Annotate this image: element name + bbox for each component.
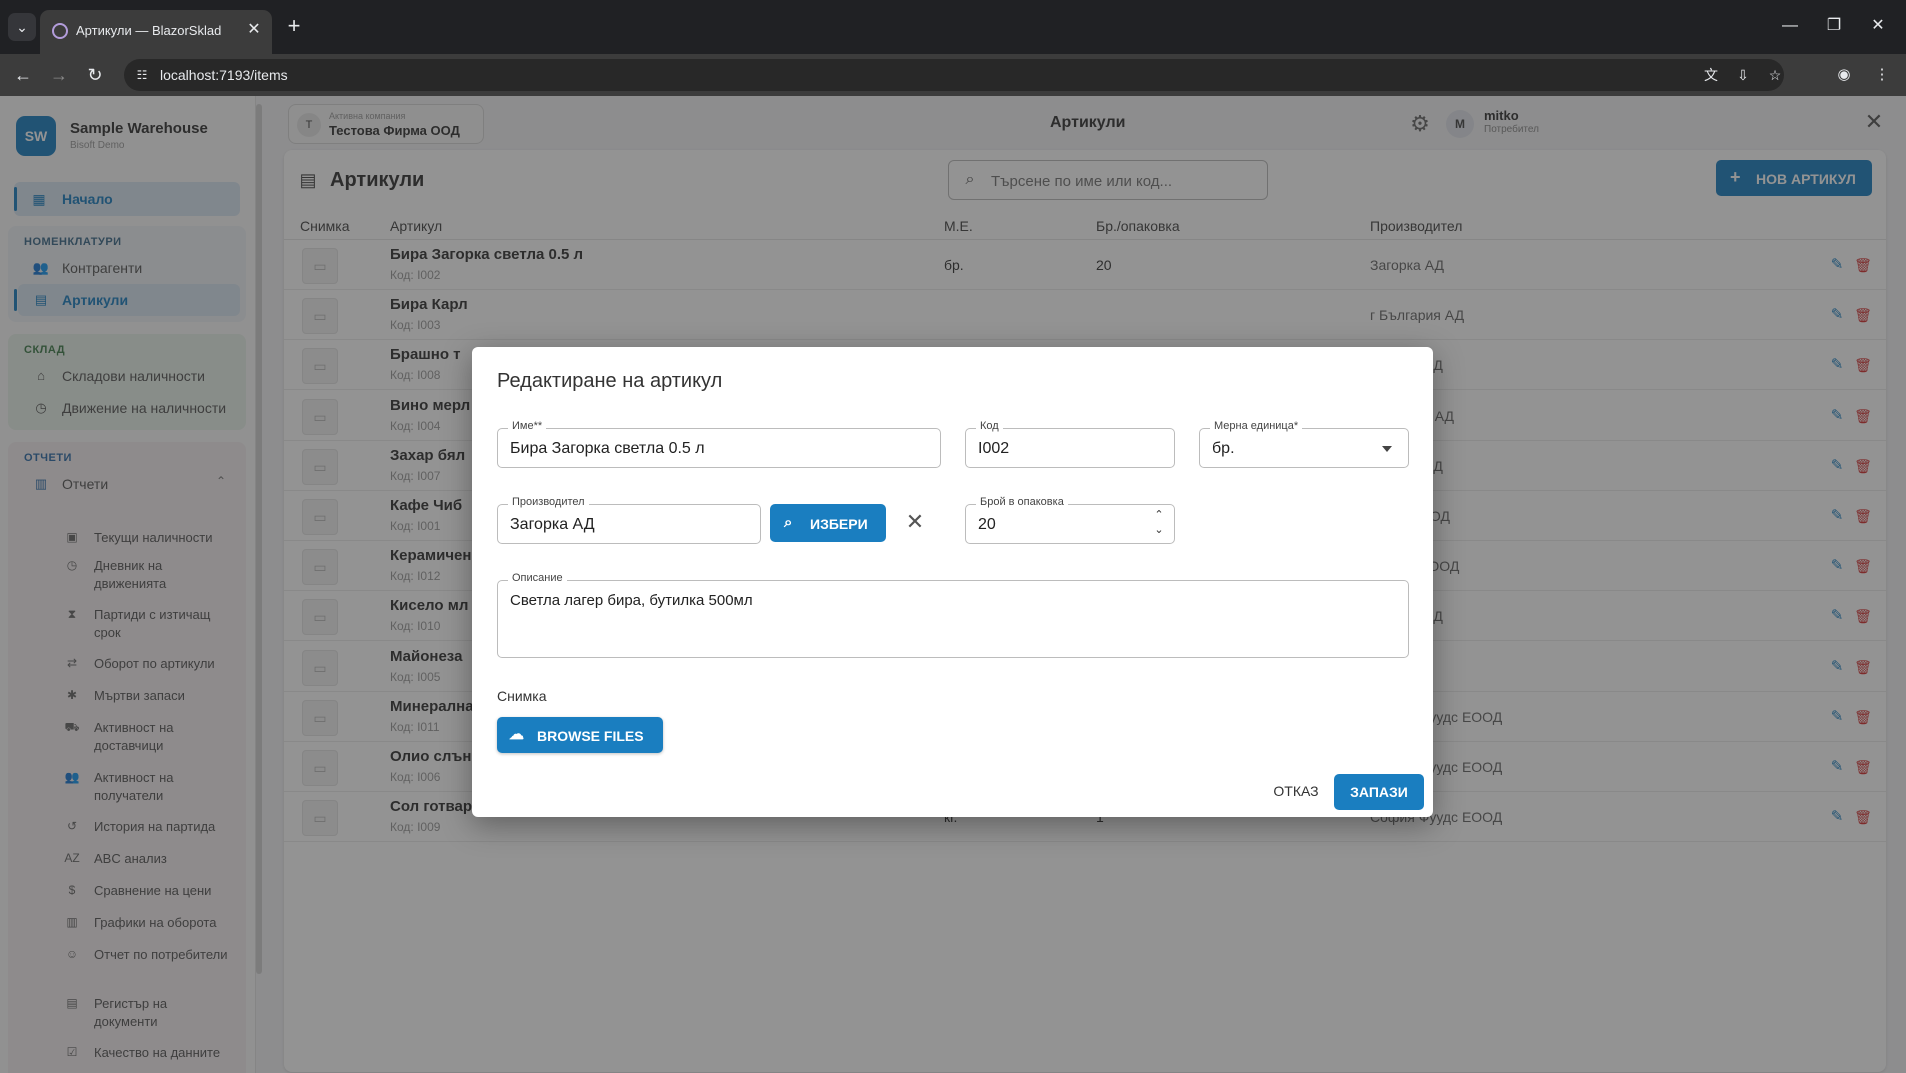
url-text[interactable]: localhost:7193/items: [160, 67, 288, 83]
pack-quantity-stepper[interactable]: Брой в опаковка 20 ⌃ ⌄: [965, 496, 1175, 544]
code-field[interactable]: Код I002: [965, 420, 1175, 468]
back-icon[interactable]: ←: [10, 63, 36, 87]
install-app-icon[interactable]: ⇩: [1732, 65, 1754, 85]
field-value: 20: [978, 516, 996, 533]
bookmark-star-icon[interactable]: ☆: [1764, 65, 1786, 85]
reload-icon[interactable]: ↻: [82, 63, 108, 87]
browse-files-button[interactable]: ☁ BROWSE FILES: [497, 717, 663, 753]
field-value: Светла лагер бира, бутилка 500мл: [510, 592, 753, 609]
manufacturer-field[interactable]: Производител Загорка АД: [497, 496, 761, 544]
field-value: бр.: [1212, 440, 1235, 457]
field-value: I002: [978, 440, 1010, 457]
field-label: Брой в опаковка: [976, 496, 1068, 508]
unit-select[interactable]: Мерна единица* бр.: [1199, 420, 1409, 468]
tab-close-icon[interactable]: ✕: [244, 20, 264, 40]
photo-label: Снимка: [497, 688, 547, 704]
field-label: Име**: [508, 420, 547, 432]
save-button[interactable]: ЗАПАЗИ: [1334, 774, 1424, 810]
field-label: Код: [976, 420, 1003, 432]
field-label: Описание: [508, 572, 567, 584]
clear-manufacturer-icon[interactable]: ✕: [902, 509, 928, 535]
spinner-arrows-icon[interactable]: ⌃ ⌄: [1152, 508, 1166, 542]
field-label: Мерна единица*: [1210, 420, 1303, 432]
pick-label: ИЗБЕРИ: [810, 516, 868, 532]
dialog-title: Редактиране на артикул: [497, 370, 723, 392]
site-info-icon[interactable]: ☷: [132, 66, 152, 84]
tab-search-button[interactable]: ⌄: [8, 13, 36, 41]
new-tab-button[interactable]: +: [282, 15, 306, 39]
browse-label: BROWSE FILES: [537, 728, 644, 744]
browser-tab-bar: ⌄ Артикули — BlazorSklad ✕ + — ❐ ✕: [0, 0, 1906, 54]
browser-toolbar: ← → ↻ ☷ localhost:7193/items 文 ⇩ ☆ ◉ ⋮: [0, 54, 1906, 96]
tab-title: Артикули — BlazorSklad: [76, 23, 222, 38]
name-field[interactable]: Име** Бира Загорка светла 0.5 л: [497, 420, 941, 468]
pick-manufacturer-button[interactable]: ⌕ ИЗБЕРИ: [770, 504, 886, 542]
edit-item-dialog: Редактиране на артикул Име** Бира Загорк…: [472, 347, 1433, 817]
dropdown-arrow-icon: [1382, 446, 1392, 452]
field-value: Загорка АД: [510, 516, 595, 533]
field-value: Бира Загорка светла 0.5 л: [510, 440, 705, 457]
description-field[interactable]: Описание Светла лагер бира, бутилка 500м…: [497, 572, 1409, 658]
browser-tab[interactable]: Артикули — BlazorSklad ✕: [40, 10, 272, 54]
restore-icon[interactable]: ❐: [1820, 14, 1848, 38]
translate-icon[interactable]: 文: [1700, 65, 1722, 85]
browser-menu-icon[interactable]: ⋮: [1870, 64, 1894, 86]
cloud-upload-icon: ☁: [509, 726, 524, 743]
profile-icon[interactable]: ◉: [1832, 64, 1856, 86]
minimize-icon[interactable]: —: [1776, 14, 1804, 38]
favicon-icon: [52, 23, 68, 39]
search-icon: ⌕: [784, 514, 793, 531]
window-close-icon[interactable]: ✕: [1864, 14, 1892, 38]
cancel-button[interactable]: ОТКАЗ: [1264, 774, 1328, 808]
address-bar[interactable]: ☷ localhost:7193/items 文 ⇩ ☆: [124, 59, 1784, 91]
field-label: Производител: [508, 496, 589, 508]
forward-icon[interactable]: →: [46, 63, 72, 87]
